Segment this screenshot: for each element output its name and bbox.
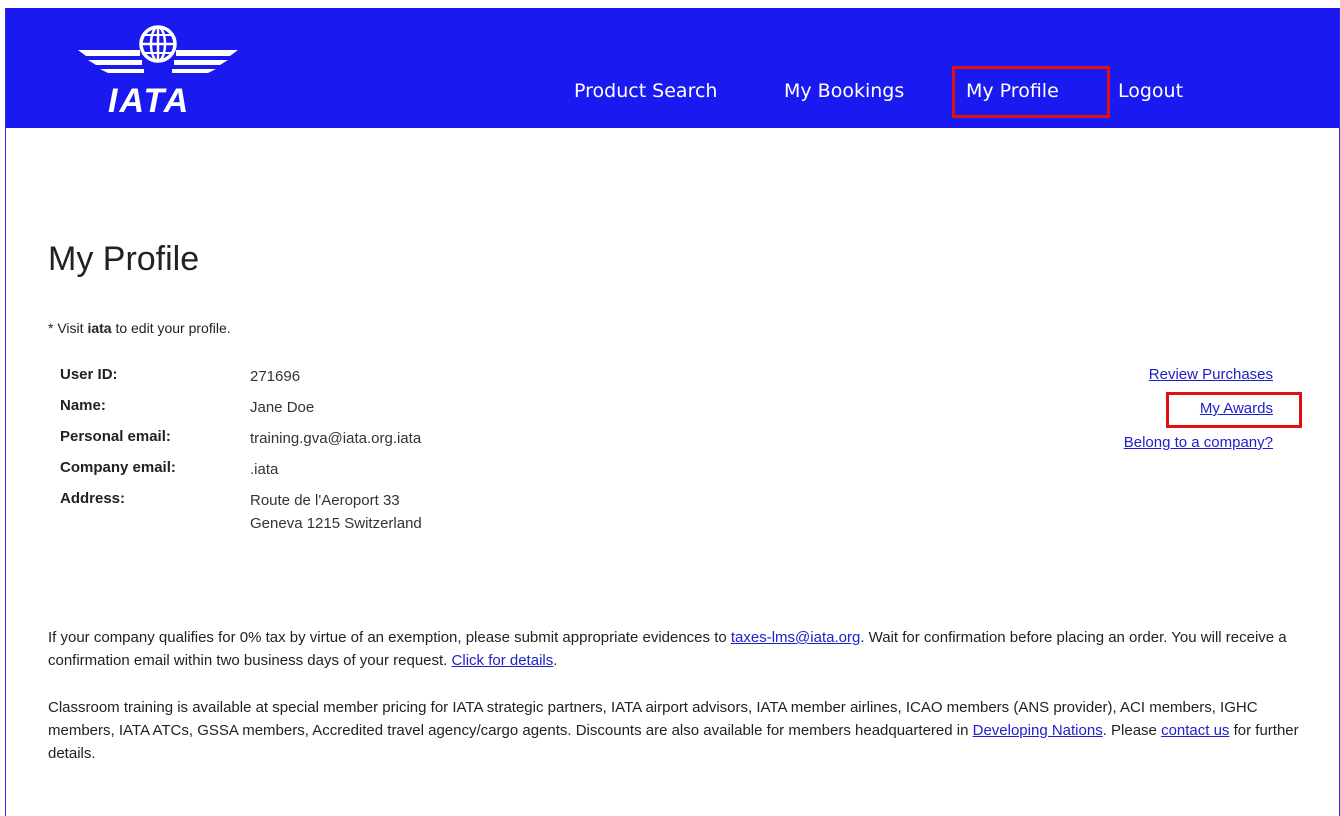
- nav-logout[interactable]: Logout: [1118, 80, 1183, 102]
- note-iata-link[interactable]: iata: [87, 320, 111, 336]
- tax-text-3: .: [553, 652, 558, 669]
- address-line-2: Geneva 1215 Switzerland: [250, 515, 422, 532]
- developing-nations-link[interactable]: Developing Nations: [973, 722, 1103, 739]
- note-suffix: to edit your profile.: [111, 320, 231, 336]
- top-header: IATA Product Search My Bookings My Profi…: [6, 8, 1339, 128]
- user-id-label: User ID:: [60, 366, 118, 383]
- name-label: Name:: [60, 397, 106, 414]
- main-nav: Product Search My Bookings My Profile Lo…: [6, 8, 1339, 128]
- user-id-value: 271696: [250, 368, 301, 385]
- nav-my-bookings[interactable]: My Bookings: [784, 80, 904, 102]
- contact-us-link[interactable]: contact us: [1161, 722, 1229, 739]
- nav-my-profile[interactable]: My Profile: [966, 80, 1059, 102]
- nav-product-search[interactable]: Product Search: [574, 80, 717, 102]
- classroom-training-paragraph: Classroom training is available at speci…: [48, 696, 1318, 765]
- classroom-text-2: . Please: [1102, 722, 1162, 739]
- note-prefix: * Visit: [48, 320, 88, 336]
- address-line-1: Route de l'Aeroport 33: [250, 492, 400, 509]
- my-awards-link[interactable]: My Awards: [1200, 400, 1273, 417]
- tax-text-1: If your company qualifies for 0% tax by …: [48, 629, 731, 646]
- personal-email-value: training.gva@iata.org.iata: [250, 430, 422, 447]
- name-value: Jane Doe: [250, 399, 315, 416]
- tax-exemption-paragraph: If your company qualifies for 0% tax by …: [48, 626, 1318, 672]
- belong-to-company-link[interactable]: Belong to a company?: [1124, 434, 1273, 451]
- address-label: Address:: [60, 490, 126, 507]
- company-email-label: Company email:: [60, 459, 176, 476]
- page-frame: IATA Product Search My Bookings My Profi…: [5, 8, 1340, 816]
- review-purchases-link[interactable]: Review Purchases: [1149, 366, 1273, 383]
- company-email-value: .iata: [250, 461, 279, 478]
- edit-profile-note: * Visit iata to edit your profile.: [48, 320, 231, 336]
- personal-email-label: Personal email:: [60, 428, 171, 445]
- click-for-details-link[interactable]: Click for details: [452, 652, 554, 669]
- taxes-email-link[interactable]: taxes-lms@iata.org: [731, 629, 860, 646]
- page-title: My Profile: [48, 240, 200, 278]
